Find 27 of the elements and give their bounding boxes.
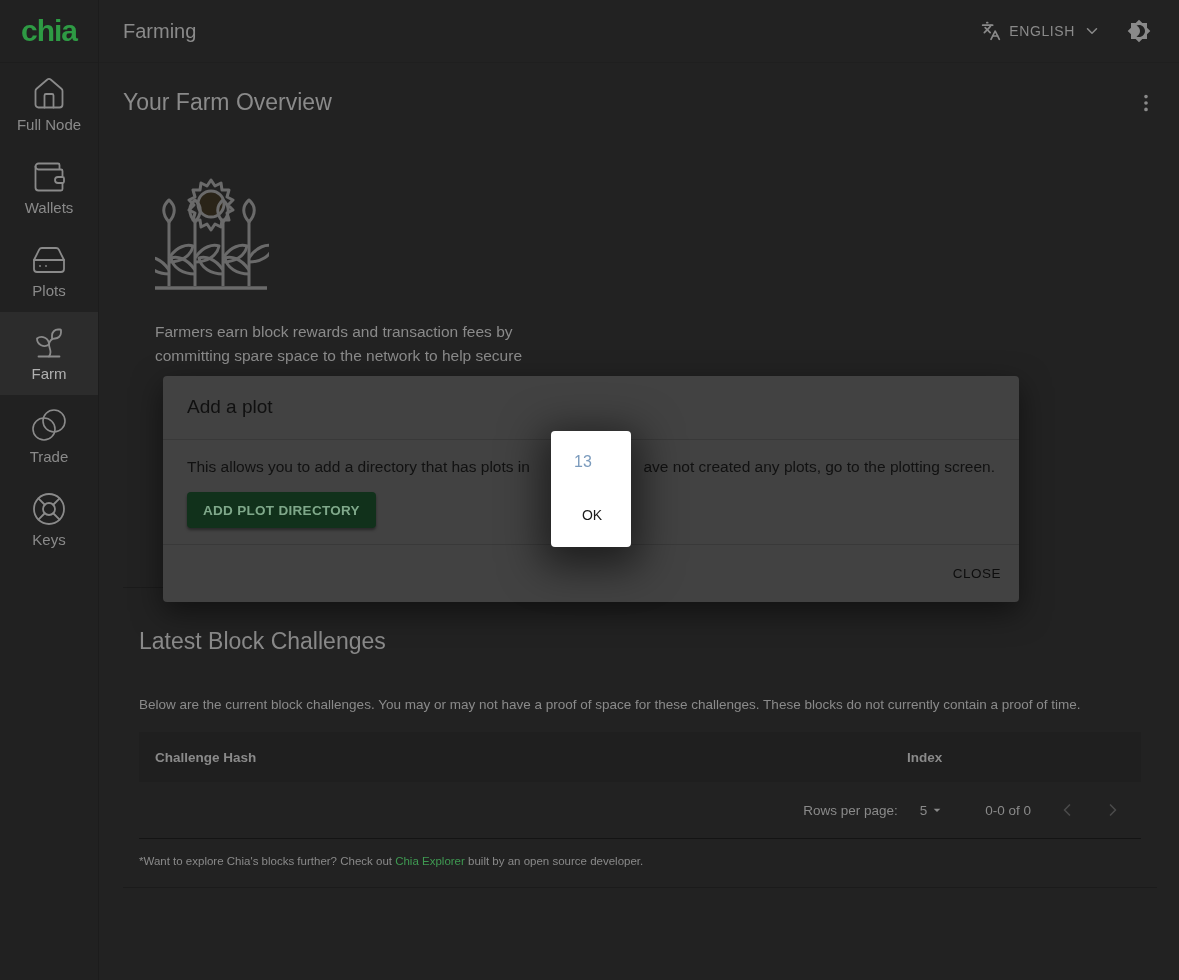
- rows-per-page-select[interactable]: 5: [919, 802, 946, 818]
- column-header: Challenge Hash: [155, 749, 258, 765]
- column-header: Index: [907, 749, 943, 765]
- rows-per-page-label: Rows per page:: [803, 802, 898, 818]
- alert-message: 13: [574, 453, 592, 471]
- chia-explorer-link[interactable]: Chia Explorer: [395, 855, 465, 867]
- sidebar-item[interactable]: Trade: [0, 395, 98, 478]
- add-plot-directory-button[interactable]: ADD PLOT DIRECTORY: [187, 492, 376, 528]
- page-range: 0-0 of 0: [985, 802, 1031, 818]
- footnote: *Want to explore Chia's blocks further? Check out Chia Explorer built by an open source developer.: [139, 855, 645, 867]
- sidebar-item[interactable]: Keys: [0, 478, 98, 561]
- farming-description: Farmers earn block rewards and transaction fees by committing spare space to the network to help secure: [155, 322, 524, 366]
- life-buoy-icon: [31, 491, 67, 527]
- sidebar-item[interactable]: Plots: [0, 229, 98, 312]
- page-title: Farming: [123, 19, 198, 43]
- section-title: Latest Block Challenges: [139, 628, 387, 655]
- circles-icon: [31, 408, 67, 444]
- theme-toggle-icon[interactable]: [1127, 19, 1151, 43]
- challenges-description: Below are the current block challenges. You may or may not have a proof of space for these challenges. These blocks do not currently contain a proof of time.: [139, 697, 1082, 712]
- section-title: Your Farm Overview: [123, 89, 332, 116]
- ok-button[interactable]: OK: [573, 503, 611, 527]
- chia-logo: chia: [21, 14, 77, 48]
- sidebar-item[interactable]: Farm: [0, 312, 98, 395]
- sidebar-item[interactable]: Full Node: [0, 63, 98, 146]
- translate-icon: [981, 21, 1002, 41]
- sidebar-item[interactable]: Wallets: [0, 146, 98, 229]
- language-selector[interactable]: ENGLISH: [977, 17, 1105, 45]
